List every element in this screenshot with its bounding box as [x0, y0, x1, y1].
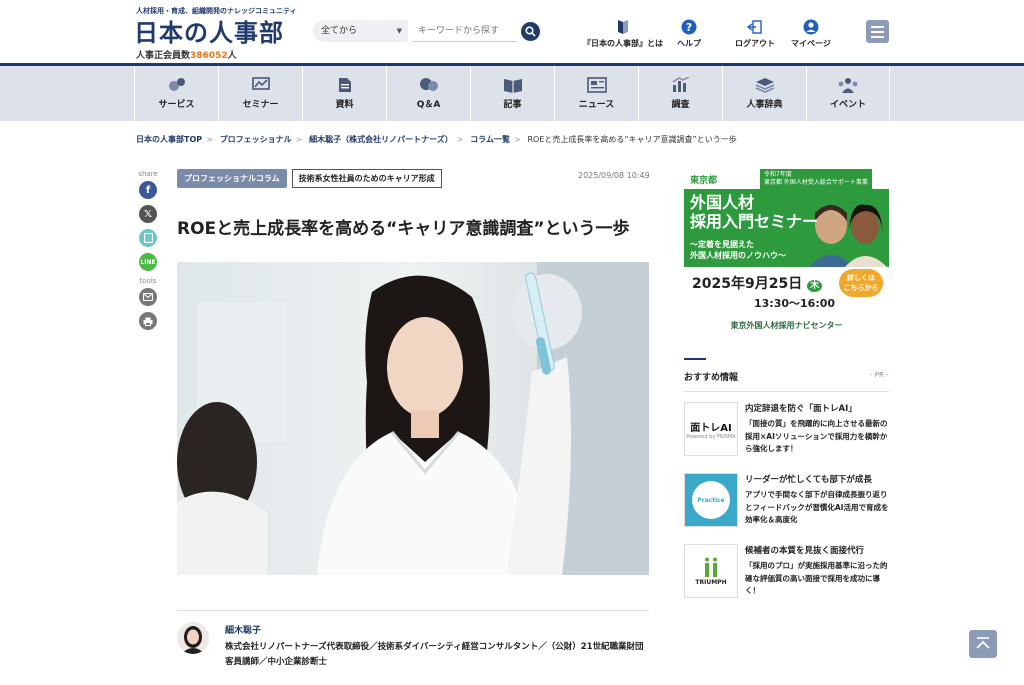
print-icon[interactable]	[139, 312, 157, 330]
menu-bar	[871, 36, 884, 38]
breadcrumb: 日本の人事部TOP > プロフェッショナル > 細木聡子（株式会社リノパートナーズ）…	[136, 135, 737, 144]
logout-icon	[747, 20, 762, 34]
event-icon	[838, 77, 858, 93]
mail-icon[interactable]	[139, 288, 157, 306]
category-news[interactable]: ニュース	[554, 66, 638, 121]
facebook-icon[interactable]: f	[139, 181, 157, 199]
breadcrumb-current: ROEと売上成長率を高める“キャリア意識調査”という一歩	[527, 135, 737, 144]
nav-mypage[interactable]: マイページ	[791, 18, 831, 49]
printer-glyph	[143, 317, 153, 326]
menu-bar	[871, 31, 884, 33]
seminar-ad-banner[interactable]: 東京都 令和7年度 東京都 外国人材受入総合サポート事業 外国人材 採用入門セミ…	[684, 167, 889, 339]
hero-image	[177, 262, 649, 575]
ad-headline: 外国人材 採用入門セミナー	[690, 193, 819, 231]
category-qa[interactable]: Q＆A	[386, 66, 470, 121]
author-name-link[interactable]: 細木聡子	[225, 623, 261, 636]
menu-bar	[871, 26, 884, 28]
news-icon	[586, 76, 607, 93]
triumph-logo-icon	[705, 557, 717, 577]
page: 人材採用・育成、組織開発のナレッジコミュニティ 日本の人事部 人事正会員数386…	[0, 0, 1024, 685]
article-icon	[503, 78, 522, 93]
envelope-glyph	[143, 293, 153, 301]
recommend-desc: アプリで手間なく部下が自律成長振り返りとフィードバックが習慣化AI活用で育成を効…	[745, 490, 889, 524]
user-icon	[803, 19, 819, 35]
tag-series[interactable]: 技術系女性社員のためのキャリア形成	[291, 169, 442, 188]
document-icon	[338, 77, 351, 92]
ad-day: 木	[807, 280, 823, 292]
search-scope-select[interactable]: 全てから ▼	[313, 20, 408, 42]
article-tags: プロフェッショナルコラム 技術系女性社員のためのキャリア形成	[177, 169, 442, 188]
author-bio: 株式会社リノパートナーズ代表取締役／技術系ダイバーシティ経営コンサルタント／（公…	[225, 642, 644, 667]
recommend-heading[interactable]: リーダーが忙しくても部下が成長	[745, 473, 872, 485]
tag-professional-column[interactable]: プロフェッショナルコラム	[177, 169, 287, 188]
article-date: 2025/09/08 10:49	[578, 171, 650, 180]
help-icon: ?	[681, 19, 697, 35]
arrow-up-icon	[976, 637, 990, 649]
ad-navi-logo: 東京外国人材採用ナビセンター	[684, 315, 889, 339]
share-sidebar: share f 𝕏 LINE tools	[138, 170, 158, 336]
tools-label: tools	[139, 277, 157, 285]
svg-text:?: ?	[686, 21, 692, 34]
breadcrumb-author[interactable]: 細木聡子（株式会社リノパートナーズ）	[309, 135, 453, 144]
nav-logout[interactable]: ログアウト	[735, 18, 775, 49]
recommend-desc: 「面接の質」を飛躍的に向上させる最新の採用×AIソリューションで採用力を横幹から…	[745, 419, 888, 453]
category-seminar[interactable]: セミナー	[218, 66, 302, 121]
category-research[interactable]: 調査	[638, 66, 722, 121]
dictionary-icon	[755, 77, 774, 93]
search-icon	[525, 26, 536, 37]
recommend-accent-line	[684, 358, 706, 360]
recommend-heading[interactable]: 内定辞退を防ぐ「面トレAI」	[745, 402, 857, 414]
bookmark-icon[interactable]	[139, 229, 157, 247]
ad-project: 令和7年度 東京都 外国人材受入総合サポート事業	[760, 169, 872, 189]
ad-time: 13:30～16:00	[754, 297, 836, 310]
recommend-thumb-mentore: 面トレAI Powered by PRISMA	[684, 402, 738, 456]
back-to-top-button[interactable]	[969, 630, 997, 658]
share-label: share	[138, 170, 158, 178]
recommend-heading[interactable]: 候補者の本質を見抜く面接代行	[745, 544, 864, 556]
line-icon[interactable]: LINE	[139, 253, 157, 271]
book-icon	[618, 20, 628, 34]
article-title: ROEと売上成長率を高める“キャリア意識調査”という一歩	[177, 219, 630, 239]
author-avatar[interactable]	[177, 622, 209, 654]
search-button[interactable]	[521, 22, 540, 41]
breadcrumb-column-list[interactable]: コラム一覧	[470, 135, 510, 144]
ad-cta-button[interactable]: 詳しくは こちらから	[839, 269, 883, 297]
hamburger-menu-button[interactable]	[866, 20, 889, 43]
recommend-title: おすすめ情報	[684, 373, 739, 383]
scientist-photo	[177, 262, 649, 575]
x-icon[interactable]: 𝕏	[139, 205, 157, 223]
member-count: 人事正会員数386052人	[136, 51, 237, 61]
service-icon	[168, 77, 185, 91]
nav-help[interactable]: ? ヘルプ	[677, 18, 701, 49]
seminar-icon	[251, 76, 270, 90]
category-nav: サービス セミナー 資料 Q＆A 記事 ニュース 調査 人事辞典 イベント	[0, 66, 1024, 121]
category-article[interactable]: 記事	[470, 66, 554, 121]
site-header: 人材採用・育成、組織開発のナレッジコミュニティ 日本の人事部 人事正会員数386…	[0, 0, 1024, 66]
category-service[interactable]: サービス	[134, 66, 218, 121]
author-photo	[177, 622, 209, 654]
category-dictionary[interactable]: 人事辞典	[722, 66, 806, 121]
recommend-pr-label: - PR -	[870, 371, 889, 379]
note-glyph	[143, 233, 153, 243]
recommend-thumb-practice: Practice	[684, 473, 738, 527]
site-logo[interactable]: 日本の人事部	[134, 13, 284, 48]
qa-icon	[419, 77, 438, 91]
author-divider	[177, 610, 649, 611]
ad-date: 2025年9月25日 木	[692, 273, 823, 293]
nav-about[interactable]: 『日本の人事部』とは	[583, 18, 663, 49]
ad-org: 東京都	[690, 176, 718, 186]
recommend-divider	[684, 391, 889, 392]
category-event[interactable]: イベント	[806, 66, 890, 121]
chevron-down-icon: ▼	[396, 27, 402, 35]
category-document[interactable]: 資料	[302, 66, 386, 121]
recommend-desc: 「採用のプロ」が実施採用基準に沿った的確な評価質の高い面接で採用を成功に導く！	[745, 561, 888, 595]
recommend-thumb-triumph: TRIUMPH	[684, 544, 738, 598]
search-input[interactable]	[412, 20, 517, 42]
chart-icon	[672, 76, 689, 92]
breadcrumb-professional[interactable]: プロフェッショナル	[220, 135, 292, 144]
ad-subline: ～定着を見据えた 外国人材採用のノウハウ～	[690, 240, 786, 260]
breadcrumb-top[interactable]: 日本の人事部TOP	[136, 135, 202, 144]
ad-topbar: 東京都 令和7年度 東京都 外国人材受入総合サポート事業	[684, 167, 889, 189]
